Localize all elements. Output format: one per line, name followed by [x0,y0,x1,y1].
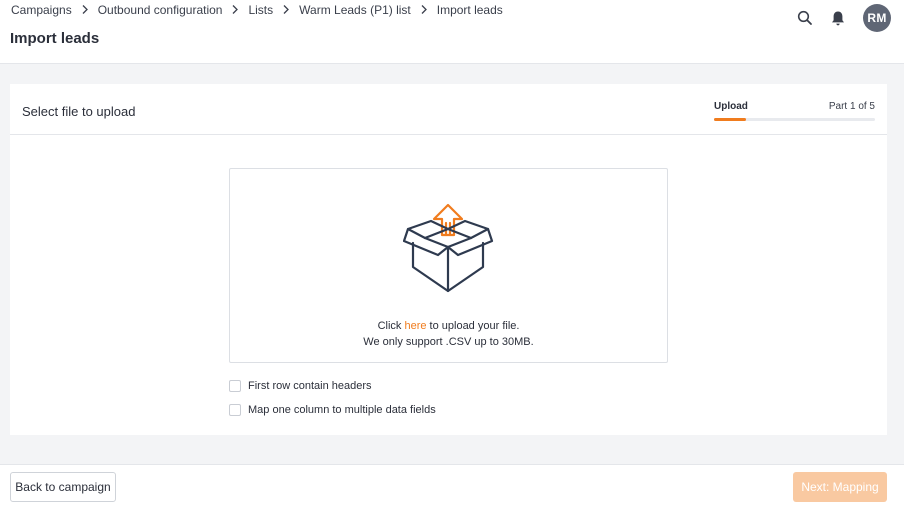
breadcrumb: Campaigns Outbound configuration Lists W… [11,3,503,17]
first-row-headers-label: First row contain headers [248,380,372,392]
map-multiple-fields-checkbox[interactable] [229,404,241,416]
step-progress-label: Part 1 of 5 [828,101,875,112]
notifications-button[interactable] [828,8,848,28]
breadcrumb-warm-leads-list[interactable]: Warm Leads (P1) list [299,3,411,17]
upload-here-link[interactable]: here [404,320,426,332]
footer-bar: Back to campaign Next: Mapping [0,464,904,508]
breadcrumb-campaigns[interactable]: Campaigns [11,3,72,17]
chevron-right-icon [411,3,437,17]
top-actions: RM [795,4,891,32]
map-multiple-fields-label: Map one column to multiple data fields [248,404,436,416]
chevron-right-icon [72,3,98,17]
progress-fill [714,118,747,121]
file-dropzone[interactable]: Click here to upload your file. We only … [229,168,668,363]
card-title: Select file to upload [22,104,136,119]
next-mapping-button[interactable]: Next: Mapping [793,472,887,502]
search-icon [797,10,812,25]
chevron-right-icon [273,3,299,17]
card-header: Select file to upload Upload Part 1 of 5 [10,84,887,135]
map-multiple-fields-option[interactable]: Map one column to multiple data fields [229,403,436,417]
top-bar: Campaigns Outbound configuration Lists W… [0,0,904,64]
search-button[interactable] [795,8,815,28]
upload-text-suffix: to upload your file. [426,320,520,332]
upload-support-note: We only support .CSV up to 30MB. [363,336,534,348]
breadcrumb-import-leads: Import leads [436,3,503,17]
progress-track [714,118,875,121]
current-step-label: Upload [714,101,748,112]
first-row-headers-checkbox[interactable] [229,380,241,392]
breadcrumb-lists[interactable]: Lists [248,3,273,17]
bell-icon [832,11,844,25]
back-to-campaign-button[interactable]: Back to campaign [10,472,116,502]
import-options: First row contain headers Map one column… [229,379,436,427]
upload-card: Select file to upload Upload Part 1 of 5 [10,84,887,435]
avatar[interactable]: RM [863,4,891,32]
first-row-headers-option[interactable]: First row contain headers [229,379,436,393]
upload-instructions: Click here to upload your file. We only … [230,318,667,350]
upload-text-prefix: Click [377,320,405,332]
page-title: Import leads [10,30,100,47]
upload-box-icon [403,203,494,293]
breadcrumb-outbound-configuration[interactable]: Outbound configuration [98,3,223,17]
chevron-right-icon [222,3,248,17]
